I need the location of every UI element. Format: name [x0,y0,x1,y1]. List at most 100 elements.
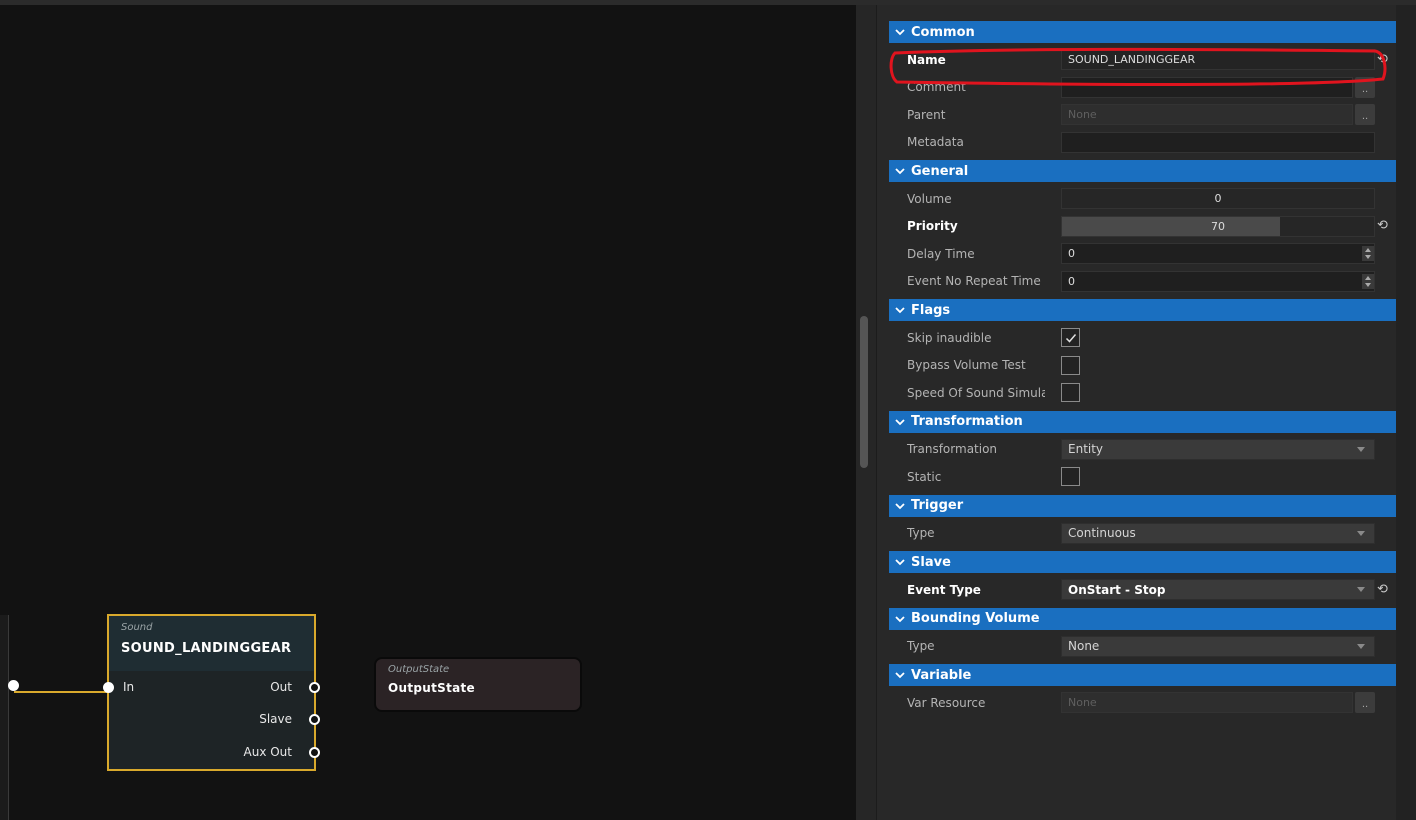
var-resource-label: Var Resource [907,695,986,710]
bounding-type-label: Type [907,639,935,654]
connection-wire [14,691,107,693]
name-field[interactable]: SOUND_LANDINGGEAR [1061,49,1375,71]
in-pin-label: In [123,680,135,694]
reset-arrow-icon[interactable]: ⟲ [1377,580,1391,600]
event-type-select[interactable]: OnStart - Stop [1061,579,1375,601]
dropdown-arrow-icon[interactable] [1352,524,1370,543]
section-body-variable: Var Resource None .. [889,686,1396,721]
bounding-type-select[interactable]: None [1061,635,1375,657]
output-state-node[interactable]: OutputState OutputState [374,657,582,712]
row-transformation: Transformation Entity [889,436,1396,464]
section-header-transformation[interactable]: Transformation [889,410,1396,433]
section-header-flags[interactable]: Flags [889,299,1396,321]
speed-of-sound-checkbox[interactable] [1061,383,1080,403]
transformation-select[interactable]: Entity [1061,438,1375,460]
event-no-repeat-input[interactable]: 0 [1061,270,1375,292]
output-node-type: OutputState [388,664,450,675]
event-no-repeat-label: Event No Repeat Time [907,274,1041,289]
trigger-type-select[interactable]: Continuous [1061,522,1375,544]
graph-canvas[interactable]: Sound SOUND_LANDINGGEAR In Out Slave Aux… [0,5,856,820]
section-header-bounding-volume[interactable]: Bounding Volume [889,607,1396,630]
dropdown-arrow-icon[interactable] [1352,580,1370,599]
sound-node[interactable]: Sound SOUND_LANDINGGEAR In Out Slave Aux… [103,614,320,771]
priority-value: 70 [1211,219,1225,233]
comment-browse-button[interactable]: .. [1355,76,1375,98]
row-event-type: Event Type OnStart - Stop ⟲ [889,576,1396,604]
chevron-down-icon [895,166,911,176]
bounding-type-select-value: None [1068,639,1100,654]
reset-arrow-icon[interactable]: ⟲ [1377,50,1391,70]
event-type-select-value: OnStart - Stop [1068,582,1166,597]
row-comment: Comment .. [889,74,1396,102]
slave-pin[interactable] [309,714,320,725]
skip-inaudible-checkbox[interactable] [1061,328,1080,348]
skip-inaudible-label: Skip inaudible [907,330,992,345]
section-title-bounding-volume: Bounding Volume [911,611,1040,626]
parent-field[interactable]: None [1061,104,1353,126]
section-header-trigger[interactable]: Trigger [889,494,1396,517]
section-title-flags: Flags [911,302,951,318]
priority-label: Priority [907,219,958,234]
chevron-down-icon [895,305,911,315]
panel-scrollbar[interactable] [1396,5,1416,820]
trigger-type-label: Type [907,526,935,541]
row-skip-inaudible: Skip inaudible [889,324,1396,352]
offscreen-node-edge [0,615,9,820]
chevron-down-icon [895,27,911,37]
row-trigger-type: Type Continuous [889,520,1396,548]
section-body-trigger: Type Continuous [889,517,1396,552]
metadata-field[interactable] [1061,131,1375,153]
slave-pin-label: Slave [259,712,292,726]
dropdown-arrow-icon[interactable] [1352,440,1370,459]
section-title-common: Common [911,24,975,40]
aux-out-pin[interactable] [309,747,320,758]
section-header-general[interactable]: General [889,160,1396,182]
section-header-slave[interactable]: Slave [889,551,1396,573]
in-pin[interactable] [103,682,114,693]
check-icon [1065,333,1076,343]
delay-time-input[interactable]: 0 [1061,243,1375,265]
sound-node-type: Sound [121,622,153,633]
event-no-repeat-spinner[interactable] [1362,273,1374,289]
reset-arrow-icon[interactable]: ⟲ [1377,216,1391,236]
row-name: Name SOUND_LANDINGGEAR ⟲ [889,46,1396,74]
priority-slider[interactable]: 70 [1061,215,1375,237]
section-header-variable[interactable]: Variable [889,664,1396,686]
comment-field[interactable] [1061,76,1353,98]
row-speed-of-sound: Speed Of Sound Simulat [889,379,1396,407]
transformation-label: Transformation [907,442,998,457]
section-header-common[interactable]: Common [889,21,1396,43]
row-bypass-volume: Bypass Volume Test [889,352,1396,380]
transformation-select-value: Entity [1068,442,1104,457]
chevron-down-icon [895,670,911,680]
row-parent: Parent None .. [889,101,1396,129]
row-event-no-repeat: Event No Repeat Time 0 [889,268,1396,296]
chevron-down-icon [895,501,911,511]
out-pin[interactable] [309,682,320,693]
dropdown-arrow-icon[interactable] [1352,637,1370,656]
splitter-handle[interactable] [860,316,868,468]
section-body-bounding-volume: Type None [889,630,1396,665]
section-body-slave: Event Type OnStart - Stop ⟲ [889,573,1396,608]
parent-label: Parent [907,107,946,122]
section-title-transformation: Transformation [911,414,1023,429]
chevron-down-icon [895,557,911,567]
comment-label: Comment [907,80,966,95]
row-priority: Priority 70 ⟲ [889,213,1396,241]
volume-slider[interactable]: 0 [1061,188,1375,210]
name-label: Name [907,52,946,67]
var-resource-browse-button[interactable]: .. [1355,692,1375,714]
section-body-transformation: Transformation Entity Static [889,433,1396,495]
source-output-pin[interactable] [8,680,19,691]
static-checkbox[interactable] [1061,467,1080,487]
section-body-flags: Skip inaudible Bypass Volume Test Speed … [889,321,1396,411]
delay-time-label: Delay Time [907,246,975,261]
var-resource-field[interactable]: None [1061,692,1353,714]
delay-time-spinner[interactable] [1362,246,1374,261]
section-body-common: Name SOUND_LANDINGGEAR ⟲ Comment .. Pare… [889,43,1396,160]
section-body-general: Volume 0 Priority 70 ⟲ Delay Time 0 Even… [889,182,1396,299]
row-delay-time: Delay Time 0 [889,240,1396,268]
bypass-volume-checkbox[interactable] [1061,355,1080,375]
sound-node-header: Sound SOUND_LANDINGGEAR [109,616,314,671]
parent-browse-button[interactable]: .. [1355,104,1375,126]
